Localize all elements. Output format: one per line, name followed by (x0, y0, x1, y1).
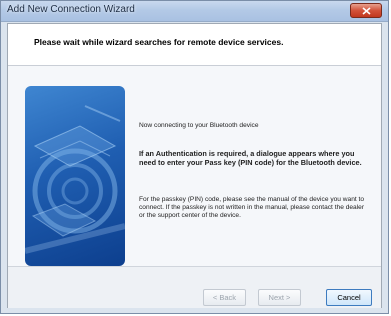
wizard-footer: < Back Next > Cancel (8, 266, 381, 308)
passkey-help-text: For the passkey (PIN) code, please see t… (139, 196, 365, 219)
close-icon (362, 7, 371, 15)
bluetooth-illustration (25, 86, 125, 266)
authentication-notice: If an Authentication is required, a dial… (139, 149, 362, 167)
close-button[interactable] (350, 3, 382, 18)
next-button[interactable]: Next > (258, 289, 301, 306)
title-bar[interactable]: Add New Connection Wizard (1, 1, 388, 22)
cancel-button[interactable]: Cancel (326, 289, 372, 306)
window-title: Add New Connection Wizard (7, 4, 135, 15)
wizard-body: Now connecting to your Bluetooth device … (8, 66, 381, 266)
wizard-client-area: Please wait while wizard searches for re… (7, 23, 382, 308)
header-instruction: Please wait while wizard searches for re… (34, 37, 284, 47)
wizard-window: Add New Connection Wizard Please wait wh… (0, 0, 389, 314)
wizard-header: Please wait while wizard searches for re… (8, 24, 381, 66)
connection-status-text: Now connecting to your Bluetooth device (139, 122, 259, 129)
back-button[interactable]: < Back (203, 289, 246, 306)
bluetooth-graphic-icon (25, 105, 125, 254)
